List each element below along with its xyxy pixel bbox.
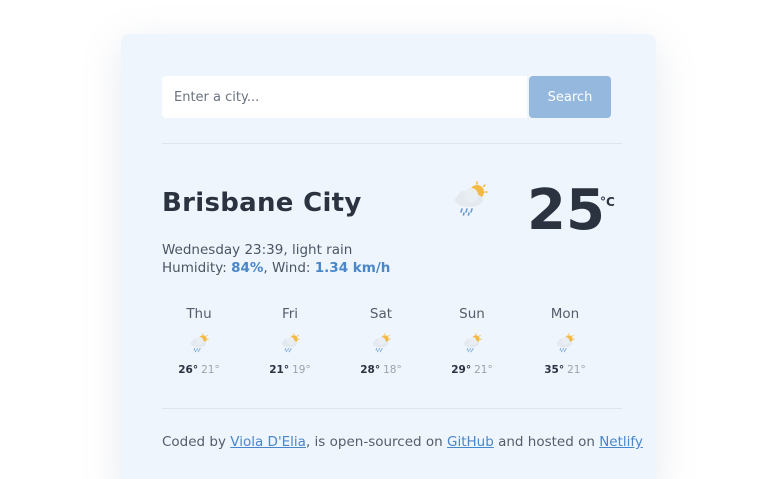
forecast-day-name: Fri	[281, 306, 299, 322]
forecast-low: 18°	[383, 364, 402, 376]
humidity-value: 84%	[231, 260, 264, 276]
search-input[interactable]	[162, 76, 527, 118]
humidity-wind-line: Humidity: 84%, Wind: 1.34 km/h	[162, 260, 391, 276]
divider	[162, 408, 622, 409]
forecast-day-name: Sat	[369, 306, 393, 322]
forecast-high: 35°	[544, 364, 565, 376]
footer-credits: Coded by Viola D'Elia, is open-sourced o…	[162, 434, 643, 450]
forecast-temps: 26° 21°	[154, 364, 244, 376]
light-rain-icon	[450, 181, 490, 217]
forecast-day-name: Sun	[459, 306, 485, 322]
forecast-low: 19°	[292, 364, 311, 376]
wind-value: 1.34 km/h	[314, 260, 391, 276]
datetime: Wednesday 23:39	[162, 242, 284, 258]
footer-suffix: and hosted on	[493, 434, 600, 450]
forecast-low: 21°	[567, 364, 586, 376]
forecast-temps: 35° 21°	[520, 364, 610, 376]
city-name: Brisbane City	[162, 188, 362, 218]
forecast-temps: 29° 21°	[427, 364, 517, 376]
search-form: Search	[162, 76, 611, 118]
light-rain-icon	[554, 332, 576, 354]
forecast-day-name: Thu	[186, 306, 212, 322]
footer-prefix: Coded by	[162, 434, 231, 450]
datetime-line: Wednesday 23:39, light rain	[162, 242, 353, 258]
forecast-high: 21°	[269, 364, 290, 376]
forecast-temps: 21° 19°	[245, 364, 335, 376]
forecast-high: 28°	[360, 364, 381, 376]
current-temperature: 25	[527, 178, 605, 243]
wind-label: Wind:	[272, 260, 311, 276]
forecast: Thu 26° 21° Fri 21° 19° Sat 28° 18° Sun 29°…	[154, 306, 614, 386]
light-rain-icon	[279, 332, 301, 354]
light-rain-icon	[370, 332, 392, 354]
divider	[162, 143, 622, 144]
forecast-temps: 28° 18°	[336, 364, 426, 376]
forecast-high: 29°	[451, 364, 472, 376]
temperature-unit[interactable]: °C	[600, 195, 615, 209]
netlify-link[interactable]: Netlify	[599, 434, 643, 450]
forecast-high: 26°	[178, 364, 199, 376]
light-rain-icon	[461, 332, 483, 354]
forecast-day: Sun 29° 21°	[427, 306, 517, 376]
forecast-day-name: Mon	[550, 306, 580, 322]
search-button[interactable]: Search	[529, 76, 611, 118]
condition: light rain	[291, 242, 353, 258]
author-link[interactable]: Viola D'Elia	[230, 434, 306, 450]
weather-card: Search Brisbane City Wednesday 23:39, li…	[121, 34, 656, 479]
footer-middle: , is open-sourced on	[305, 434, 447, 450]
forecast-low: 21°	[474, 364, 493, 376]
forecast-day: Fri 21° 19°	[245, 306, 335, 376]
weather-description: Wednesday 23:39, light rain Humidity: 84…	[162, 241, 390, 277]
github-link[interactable]: GitHub	[447, 434, 494, 450]
forecast-low: 21°	[201, 364, 220, 376]
light-rain-icon	[188, 332, 210, 354]
humidity-label: Humidity:	[162, 260, 227, 276]
forecast-day: Mon 35° 21°	[520, 306, 610, 376]
forecast-day: Thu 26° 21°	[154, 306, 244, 376]
forecast-day: Sat 28° 18°	[336, 306, 426, 376]
